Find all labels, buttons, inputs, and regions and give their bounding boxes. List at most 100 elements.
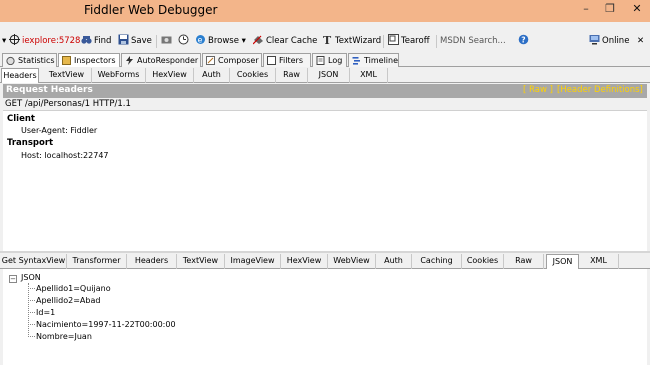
title-bar: Fiddler Web Debugger – ❐ ✕ — [0, 0, 650, 22]
request-headers-title: Request Headers — [6, 85, 93, 95]
screenshot-button[interactable] — [161, 34, 174, 48]
save-label: Save — [131, 36, 152, 46]
dropdown-arrow-icon: ▾ — [2, 36, 7, 46]
request-tab-json[interactable]: JSON — [308, 68, 350, 83]
textwizard-button[interactable]: T TextWizard — [322, 34, 381, 48]
tab-autoresponder[interactable]: AutoResponder — [121, 53, 201, 67]
tab-statistics[interactable]: Statistics — [2, 53, 57, 67]
close-button[interactable]: ✕ — [628, 2, 646, 16]
minimize-button[interactable]: – — [577, 2, 595, 16]
clear-cache-icon — [252, 34, 264, 45]
tab-label: Composer — [218, 56, 259, 65]
stopwatch-icon — [6, 56, 15, 66]
request-tab-hexview[interactable]: HexView — [146, 68, 194, 83]
header-host: Host: localhost:22747 — [21, 151, 109, 160]
tab-label: Timeline — [364, 56, 399, 65]
internet-explorer-icon: e — [195, 34, 206, 45]
header-group-transport: Transport — [7, 138, 54, 148]
toolbar: ▾ iexplore:5728 Find Save e Browse ▾ Clea… — [0, 31, 650, 51]
tab-log[interactable]: Log — [312, 53, 347, 67]
tearoff-button[interactable]: Tearoff — [388, 34, 430, 48]
crosshair-icon — [8, 34, 20, 45]
request-tab-webforms[interactable]: WebForms — [92, 68, 146, 83]
svg-text:?: ? — [521, 36, 525, 45]
log-icon — [316, 56, 325, 65]
header-user-agent: User-Agent: Fiddler — [21, 126, 98, 135]
save-icon — [118, 34, 129, 45]
response-tab-hexview[interactable]: HexView — [281, 254, 328, 269]
tab-label: Statistics — [18, 56, 55, 65]
json-node-nombre[interactable]: Nombre=Juan — [36, 332, 92, 341]
clear-cache-label: Clear Cache — [266, 36, 318, 46]
tab-label: AutoResponder — [137, 56, 199, 65]
pencil-icon — [206, 56, 215, 65]
timeline-icon — [352, 56, 361, 65]
response-tab-raw[interactable]: Raw — [504, 254, 544, 269]
toolbar-separator — [156, 35, 157, 48]
browse-button[interactable]: e Browse ▾ — [195, 34, 246, 48]
tree-connector-line — [28, 288, 35, 289]
json-tree-view: − JSON Apellido1=Quijano Apellido2=Abad … — [3, 269, 647, 365]
save-button[interactable]: Save — [118, 34, 152, 48]
json-node-id[interactable]: Id=1 — [36, 308, 55, 317]
response-tab-transformer[interactable]: Transformer — [67, 254, 127, 269]
header-definitions-link[interactable]: [Header Definitions] — [557, 85, 643, 95]
svg-text:e: e — [198, 36, 203, 45]
tab-label: Filters — [279, 56, 303, 65]
response-tab-json[interactable]: JSON — [546, 254, 579, 269]
response-tab-caching[interactable]: Caching — [412, 254, 462, 269]
response-tab-headers[interactable]: Headers — [127, 254, 177, 269]
request-tab-textview[interactable]: TextView — [42, 68, 92, 83]
tab-timeline[interactable]: Timeline — [348, 53, 399, 67]
tab-label: Inspectors — [74, 56, 116, 65]
json-node-nacimiento[interactable]: Nacimiento=1997-11-22T00:00:00 — [36, 320, 176, 329]
response-tab-webview[interactable]: WebView — [328, 254, 376, 269]
textwizard-label: TextWizard — [335, 36, 382, 46]
request-tab-auth[interactable]: Auth — [194, 68, 230, 83]
process-filter-button[interactable]: ▾ iexplore:5728 — [2, 34, 80, 48]
online-indicator[interactable]: Online — [589, 34, 629, 48]
request-inspector-tabs: Headers TextView WebForms HexView Auth C… — [0, 67, 650, 83]
tree-connector-line — [28, 324, 35, 325]
inspect-icon — [62, 56, 71, 65]
response-tab-cookies[interactable]: Cookies — [462, 254, 504, 269]
response-tab-textview[interactable]: TextView — [177, 254, 225, 269]
maximize-button[interactable]: ❐ — [601, 2, 619, 16]
response-tab-xml[interactable]: XML — [579, 254, 619, 269]
tab-composer[interactable]: Composer — [202, 53, 262, 67]
response-tab-auth[interactable]: Auth — [376, 254, 412, 269]
request-tab-headers[interactable]: Headers — [1, 68, 39, 83]
help-icon: ? — [518, 34, 529, 45]
request-tab-raw[interactable]: Raw — [276, 68, 308, 83]
textwizard-icon: T — [322, 34, 333, 47]
network-icon — [589, 34, 600, 45]
collapse-node-icon[interactable]: − — [9, 275, 17, 283]
header-group-client: Client — [7, 114, 35, 124]
json-node-apellido1[interactable]: Apellido1=Quijano — [36, 284, 111, 293]
tree-connector-line — [28, 336, 35, 337]
raw-link[interactable]: [ Raw ] — [523, 85, 553, 95]
request-tab-cookies[interactable]: Cookies — [230, 68, 276, 83]
response-inspector-tabs: Get SyntaxView Transformer Headers TextV… — [0, 253, 650, 269]
response-tab-syntaxview[interactable]: Get SyntaxView — [1, 254, 67, 269]
msdn-search-input[interactable]: MSDN Search... — [440, 35, 512, 48]
json-root-node[interactable]: JSON — [21, 273, 41, 282]
tab-inspectors[interactable]: Inspectors — [58, 53, 120, 68]
tab-filters[interactable]: Filters — [263, 53, 311, 67]
close-toolbar-button[interactable]: ✕ — [637, 34, 644, 48]
process-label: iexplore:5728 — [21, 36, 81, 46]
clear-cache-button[interactable]: Clear Cache — [252, 34, 318, 48]
window-title: Fiddler Web Debugger — [84, 3, 218, 17]
toolbar-separator — [383, 35, 384, 48]
request-tab-xml[interactable]: XML — [350, 68, 388, 83]
response-tab-imageview[interactable]: ImageView — [225, 254, 281, 269]
help-button[interactable]: ? — [518, 34, 531, 48]
timer-button[interactable] — [178, 34, 191, 48]
find-button[interactable]: Find — [81, 34, 111, 48]
request-headers-body: Client User-Agent: Fiddler Transport Hos… — [3, 111, 647, 251]
json-node-apellido2[interactable]: Apellido2=Abad — [36, 296, 100, 305]
tearoff-label: Tearoff — [401, 36, 430, 46]
browse-label: Browse — [208, 36, 239, 46]
camera-icon — [161, 34, 172, 45]
binoculars-icon — [81, 34, 92, 45]
